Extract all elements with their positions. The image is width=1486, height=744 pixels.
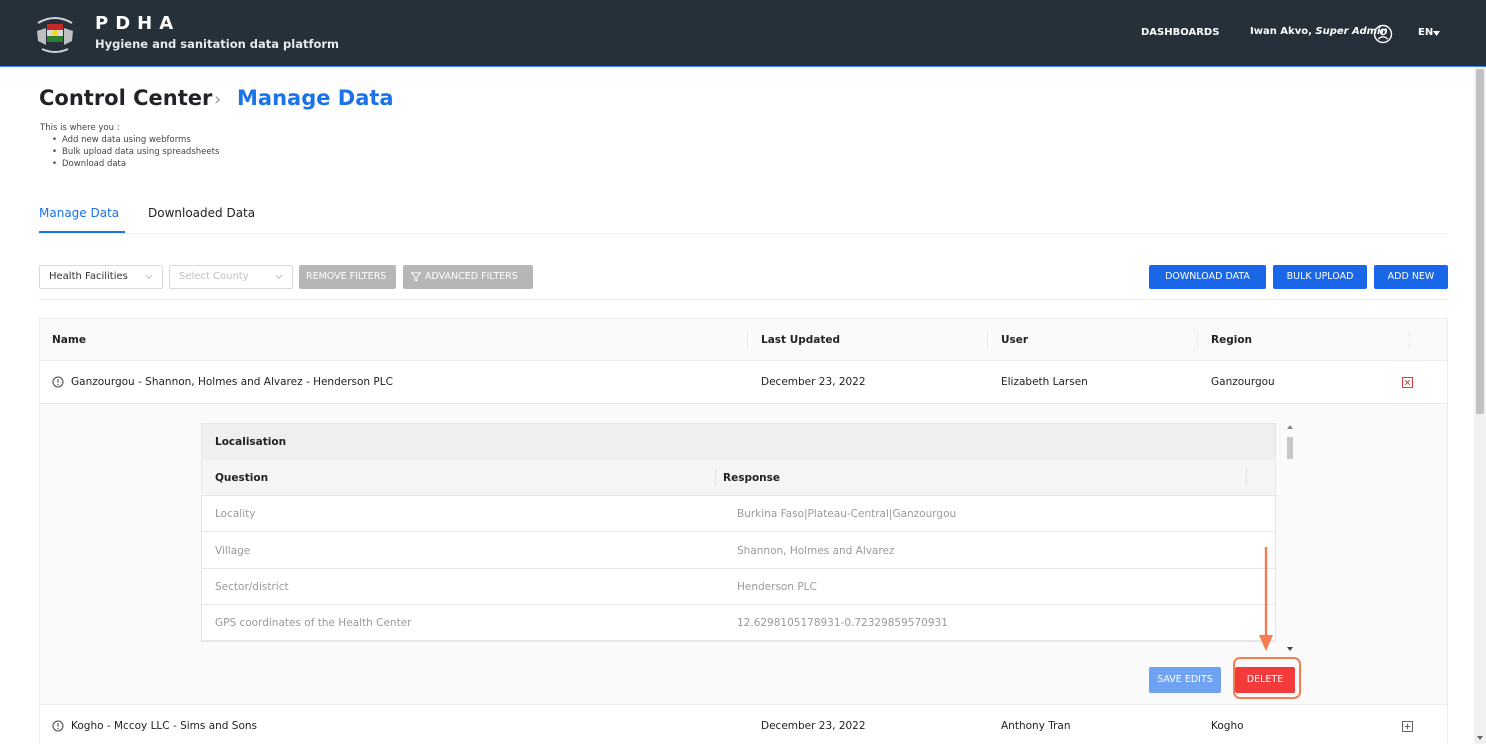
user-circle-icon[interactable]: [1373, 24, 1393, 44]
scroll-down-icon[interactable]: [1287, 647, 1293, 651]
detail-question: Village: [215, 545, 251, 557]
question-header: Question: [215, 472, 269, 484]
user-name: Iwan Akvo,: [1250, 26, 1312, 37]
county-placeholder: Select County: [179, 271, 249, 282]
detail-table: Localisation Question Response Locality …: [201, 423, 1276, 642]
column-divider: [1246, 469, 1247, 487]
top-header: PDHA Hygiene and sanitation data platfor…: [0, 0, 1486, 67]
column-divider: [1409, 331, 1410, 349]
row-name: Kogho - Mccoy LLC - Sims and Sons: [71, 720, 257, 732]
annotation-arrow-icon: [1259, 547, 1273, 651]
logo-emblem: [37, 17, 73, 53]
expand-icon[interactable]: [1402, 721, 1413, 732]
detail-response[interactable]: 12.6298105178931-0.72329859570931: [737, 617, 948, 629]
column-region: Region: [1211, 334, 1253, 346]
page-scrollbar[interactable]: [1474, 67, 1486, 744]
column-divider: [715, 469, 716, 487]
column-last-updated[interactable]: Last Updated: [761, 334, 840, 346]
column-user: User: [1001, 334, 1029, 346]
row-name: Ganzourgou - Shannon, Holmes and Alvarez…: [71, 376, 393, 388]
download-data-button[interactable]: DOWNLOAD DATA: [1149, 265, 1266, 289]
column-divider: [987, 331, 988, 349]
detail-header: Question Response: [202, 460, 1275, 496]
table-row[interactable]: Ganzourgou - Shannon, Holmes and Alvarez…: [40, 361, 1447, 404]
form-select[interactable]: Health Facilities: [39, 265, 163, 289]
intro-bullet: Bulk upload data using spreadsheets: [52, 146, 219, 158]
brand-title: PDHA: [95, 13, 181, 34]
advanced-filters-label: ADVANCED FILTERS: [425, 271, 518, 282]
detail-row[interactable]: Sector/district Henderson PLC: [202, 569, 1275, 605]
table-header: Name Last Updated User Region: [40, 319, 1447, 361]
detail-question: Locality: [215, 508, 256, 520]
response-header: Response: [723, 472, 781, 484]
scrollbar-thumb[interactable]: [1476, 69, 1484, 414]
tabs-divider: [39, 233, 1448, 234]
row-last-updated: December 23, 2022: [761, 376, 866, 388]
detail-question: Sector/district: [215, 581, 289, 593]
caret-down-icon[interactable]: [1433, 31, 1440, 36]
column-name: Name: [52, 334, 86, 346]
column-divider: [1197, 331, 1198, 349]
detail-group-title: Localisation: [202, 424, 1275, 460]
intro-list: Add new data using webforms Bulk upload …: [52, 134, 219, 170]
row-region: Kogho: [1211, 720, 1244, 732]
chevron-down-icon: [145, 274, 153, 280]
page-title[interactable]: Control Center: [39, 86, 212, 110]
filters-divider: [39, 299, 1448, 300]
add-new-button[interactable]: ADD NEW: [1374, 265, 1448, 289]
nav-user[interactable]: Iwan Akvo, Super Admin: [1250, 26, 1388, 37]
row-user: Anthony Tran: [1001, 720, 1071, 732]
save-edits-button[interactable]: SAVE EDITS: [1149, 667, 1221, 693]
detail-row[interactable]: Locality Burkina Faso|Plateau-Central|Ga…: [202, 496, 1275, 532]
tab-downloaded-data[interactable]: Downloaded Data: [148, 206, 255, 220]
intro-bullet: Download data: [52, 158, 219, 170]
advanced-filters-button[interactable]: ADVANCED FILTERS: [403, 265, 533, 289]
column-divider: [747, 331, 748, 349]
scroll-up-icon[interactable]: [1287, 425, 1293, 429]
form-select-value: Health Facilities: [49, 271, 128, 282]
chevron-down-icon: [275, 274, 283, 280]
page-subtitle: Manage Data: [237, 86, 394, 110]
detail-response[interactable]: Burkina Faso|Plateau-Central|Ganzourgou: [737, 508, 956, 520]
detail-scrollbar[interactable]: [1286, 423, 1294, 653]
row-last-updated: December 23, 2022: [761, 720, 866, 732]
nav-dashboards[interactable]: DASHBOARDS: [1141, 27, 1219, 38]
scroll-down-icon[interactable]: [1477, 736, 1483, 740]
intro-text: This is where you :: [40, 123, 120, 133]
tab-manage-data[interactable]: Manage Data: [39, 206, 119, 220]
info-icon: [52, 376, 64, 388]
detail-row[interactable]: GPS coordinates of the Health Center 12.…: [202, 605, 1275, 641]
scrollbar-thumb[interactable]: [1287, 437, 1293, 459]
bulk-upload-button[interactable]: BULK UPLOAD: [1273, 265, 1367, 289]
info-icon: [52, 720, 64, 732]
remove-filters-button[interactable]: REMOVE FILTERS: [299, 265, 396, 289]
language-selector[interactable]: EN: [1418, 27, 1433, 38]
detail-response[interactable]: Henderson PLC: [737, 581, 817, 593]
detail-question: GPS coordinates of the Health Center: [215, 617, 412, 629]
delete-highlight-box: [1233, 657, 1301, 699]
table-row[interactable]: Kogho - Mccoy LLC - Sims and Sons Decemb…: [40, 705, 1447, 744]
breadcrumb-separator: ›: [214, 89, 222, 110]
row-region: Ganzourgou: [1211, 376, 1275, 388]
row-user: Elizabeth Larsen: [1001, 376, 1088, 388]
detail-row[interactable]: Village Shannon, Holmes and Alvarez: [202, 533, 1275, 569]
intro-bullet: Add new data using webforms: [52, 134, 219, 146]
filter-icon: [411, 272, 421, 282]
brand-subtitle: Hygiene and sanitation data platform: [95, 37, 340, 51]
county-select[interactable]: Select County: [169, 265, 293, 289]
collapse-icon[interactable]: [1402, 377, 1413, 388]
detail-response[interactable]: Shannon, Holmes and Alvarez: [737, 545, 894, 557]
